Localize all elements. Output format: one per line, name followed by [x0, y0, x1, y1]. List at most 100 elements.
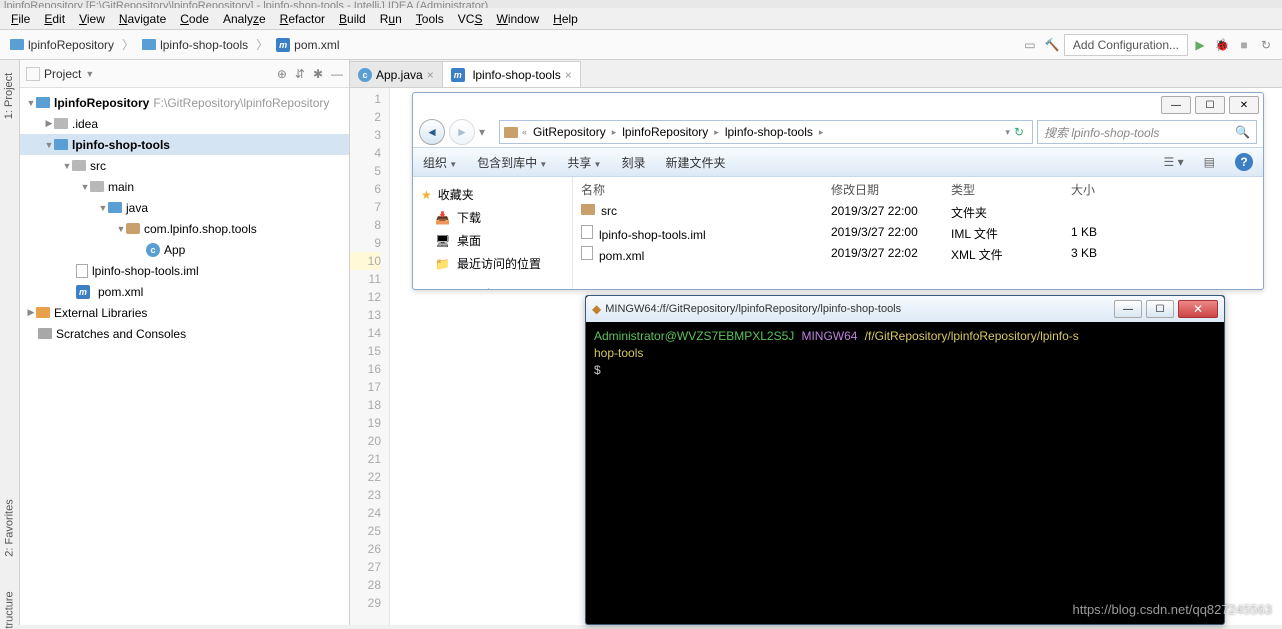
terminal-titlebar: ◆ MINGW64:/f/GitRepository/lpinfoReposit…: [586, 296, 1224, 322]
file-row[interactable]: src 2019/3/27 22:00 文件夹: [573, 202, 1263, 223]
breadcrumb-module[interactable]: lpinfo-shop-tools: [138, 36, 252, 54]
tree-main[interactable]: ▼main: [20, 176, 349, 197]
file-row[interactable]: lpinfo-shop-tools.iml 2019/3/27 22:00 IM…: [573, 223, 1263, 244]
close-button[interactable]: ✕: [1229, 96, 1259, 114]
file-icon: [581, 246, 593, 260]
menu-analyze[interactable]: Analyze: [216, 10, 273, 28]
debug-icon[interactable]: 🐞: [1212, 35, 1232, 55]
back-button[interactable]: ◄: [419, 119, 445, 145]
address-bar[interactable]: « GitRepository▸ lpinfoRepository▸ lpinf…: [499, 120, 1033, 144]
menu-code[interactable]: Code: [173, 10, 216, 28]
menu-navigate[interactable]: Navigate: [112, 10, 173, 28]
run-icon[interactable]: ▶: [1190, 35, 1210, 55]
close-icon[interactable]: ×: [427, 68, 434, 82]
star-icon: ★: [421, 188, 432, 202]
terminal-window: ◆ MINGW64:/f/GitRepository/lpinfoReposit…: [585, 295, 1225, 625]
folder-icon: [504, 127, 518, 138]
file-icon: [581, 225, 593, 239]
refresh-icon[interactable]: ↻: [1014, 125, 1024, 139]
project-tree: ▼lpinfoRepositoryF:\GitRepository\lpinfo…: [20, 88, 349, 625]
class-icon: c: [146, 243, 160, 257]
folder-icon: [142, 39, 156, 50]
folder-icon: [90, 181, 104, 192]
menu-run[interactable]: Run: [373, 10, 409, 28]
minimize-button[interactable]: —: [1161, 96, 1191, 114]
maximize-button[interactable]: ☐: [1195, 96, 1225, 114]
sidebar-button-project[interactable]: 1: Project: [4, 73, 16, 119]
terminal-body[interactable]: Administrator@WVZS7EBMPXL2S5J MINGW64 /f…: [586, 322, 1224, 385]
editor-gutter: 1234567891011121314151617181920212223242…: [350, 88, 390, 625]
minimize-button[interactable]: —: [1114, 300, 1142, 318]
share-menu[interactable]: 共享: [567, 154, 601, 171]
explorer-nav: ◄ ► ▾ « GitRepository▸ lpinfoRepository▸…: [413, 117, 1263, 147]
explorer-sidebar: ★收藏夹 📥下载 🖥桌面 📁最近访问的位置 ☁WPS网盘 📚库 🎬视频 🖼图片 …: [413, 177, 573, 289]
close-icon[interactable]: ×: [565, 68, 572, 82]
col-name[interactable]: 名称: [581, 181, 831, 198]
tree-app-class[interactable]: cApp: [20, 239, 349, 260]
tree-root[interactable]: ▼lpinfoRepositoryF:\GitRepository\lpinfo…: [20, 92, 349, 113]
recent-dropdown[interactable]: ▾: [479, 125, 495, 139]
breadcrumb-separator: 〉: [118, 36, 138, 53]
collapse-icon[interactable]: ⇵: [295, 67, 305, 81]
desktop-link[interactable]: 🖥桌面: [417, 229, 568, 252]
organize-menu[interactable]: 组织: [423, 154, 457, 171]
file-row[interactable]: pom.xml 2019/3/27 22:02 XML 文件 3 KB: [573, 244, 1263, 265]
recent-link[interactable]: 📁最近访问的位置: [417, 252, 568, 275]
tree-java[interactable]: ▼java: [20, 197, 349, 218]
menu-vcs[interactable]: VCS: [451, 10, 490, 28]
update-icon[interactable]: ↻: [1256, 35, 1276, 55]
include-library-menu[interactable]: 包含到库中: [477, 154, 547, 171]
tree-src[interactable]: ▼src: [20, 155, 349, 176]
new-folder-button[interactable]: 新建文件夹: [665, 154, 725, 171]
explorer-search[interactable]: 搜索 lpinfo-shop-tools 🔍: [1037, 120, 1257, 144]
breadcrumb-root[interactable]: lpinfoRepository: [6, 36, 118, 54]
address-dropdown[interactable]: ▾: [1005, 127, 1010, 138]
tree-scratches[interactable]: Scratches and Consoles: [20, 323, 349, 344]
tree-external-libraries[interactable]: ▶External Libraries: [20, 302, 349, 323]
favorites-group[interactable]: ★收藏夹: [417, 183, 568, 206]
folder-icon: [581, 204, 595, 215]
layout-icon[interactable]: ▭: [1020, 35, 1040, 55]
tree-idea[interactable]: ▶.idea: [20, 113, 349, 134]
sidebar-button-structure[interactable]: tructure: [4, 591, 16, 628]
tab-pom[interactable]: mlpinfo-shop-tools×: [443, 61, 581, 87]
left-tool-buttons: 1: Project 2: Favorites tructure: [0, 60, 20, 625]
add-configuration-button[interactable]: Add Configuration...: [1064, 34, 1188, 56]
folder-icon: [72, 160, 86, 171]
tab-app-java[interactable]: cApp.java×: [350, 61, 443, 87]
maximize-button[interactable]: ☐: [1146, 300, 1174, 318]
stop-icon[interactable]: ■: [1234, 35, 1254, 55]
hide-icon[interactable]: —: [331, 67, 343, 81]
maven-icon: m: [451, 68, 465, 82]
col-type[interactable]: 类型: [951, 181, 1071, 198]
wps-link[interactable]: ☁WPS网盘: [417, 283, 568, 289]
menu-edit[interactable]: Edit: [37, 10, 72, 28]
menu-file[interactable]: File: [4, 10, 37, 28]
menu-view[interactable]: View: [72, 10, 112, 28]
sidebar-button-favorites[interactable]: 2: Favorites: [4, 499, 16, 556]
tree-iml[interactable]: lpinfo-shop-tools.iml: [20, 260, 349, 281]
tree-package[interactable]: ▼com.lpinfo.shop.tools: [20, 218, 349, 239]
view-icon[interactable]: ☰ ▾: [1164, 155, 1184, 169]
menu-help[interactable]: Help: [546, 10, 585, 28]
preview-icon[interactable]: ▤: [1204, 155, 1215, 169]
target-icon[interactable]: ⊕: [277, 67, 287, 81]
menu-window[interactable]: Window: [489, 10, 546, 28]
help-icon[interactable]: ?: [1235, 153, 1253, 171]
breadcrumb-file[interactable]: mpom.xml: [272, 36, 343, 54]
downloads-link[interactable]: 📥下载: [417, 206, 568, 229]
menu-build[interactable]: Build: [332, 10, 373, 28]
build-icon[interactable]: 🔨: [1042, 35, 1062, 55]
menu-refactor[interactable]: Refactor: [273, 10, 332, 28]
column-headers[interactable]: 名称 修改日期 类型 大小: [573, 177, 1263, 202]
forward-button[interactable]: ►: [449, 119, 475, 145]
col-date[interactable]: 修改日期: [831, 181, 951, 198]
breadcrumb-separator: 〉: [252, 36, 272, 53]
close-button[interactable]: ✕: [1178, 300, 1218, 318]
tree-pom[interactable]: mpom.xml: [20, 281, 349, 302]
col-size[interactable]: 大小: [1071, 181, 1141, 198]
tree-module[interactable]: ▼lpinfo-shop-tools: [20, 134, 349, 155]
menu-tools[interactable]: Tools: [409, 10, 451, 28]
burn-button[interactable]: 刻录: [621, 154, 645, 171]
settings-icon[interactable]: ✱: [313, 67, 323, 81]
